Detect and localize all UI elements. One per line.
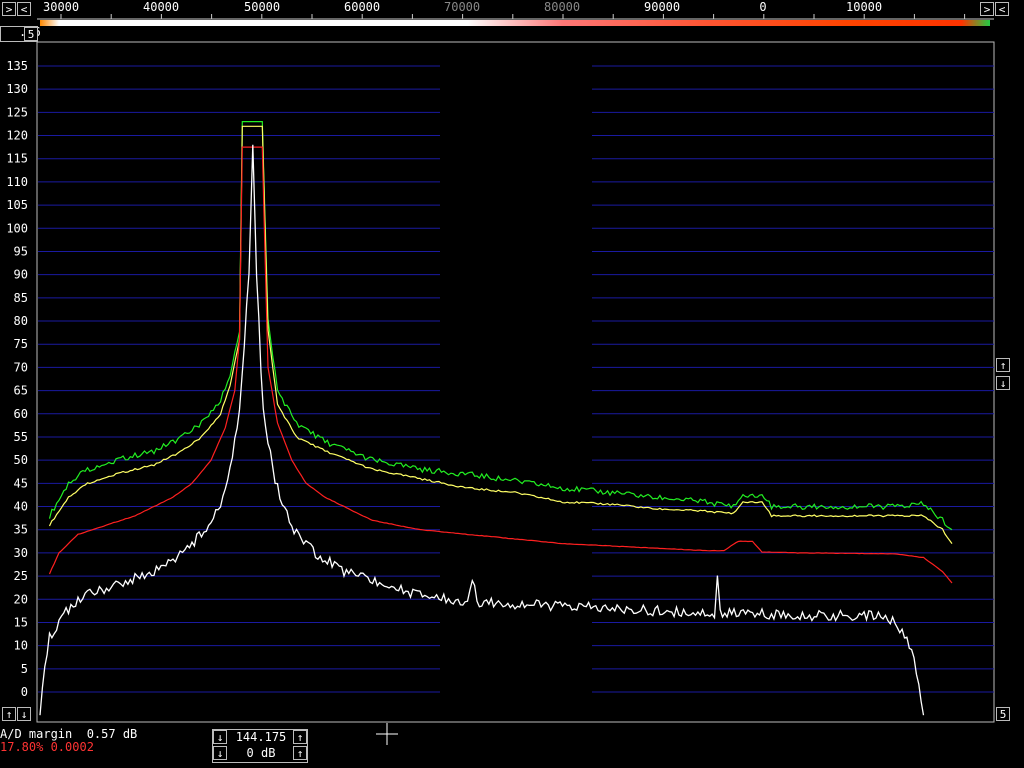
percent-text: 17.80% 0.0002	[0, 740, 94, 754]
y-tick-label: 25	[14, 569, 28, 583]
y-tick-label: 100	[6, 221, 28, 235]
right-scale-value[interactable]: 5	[996, 707, 1010, 721]
y-axis-labels: 1351301251201151101051009590858075706560…	[6, 59, 28, 699]
spectrum-plot: 1351301251201151101051009590858075706560…	[6, 41, 995, 723]
scale-up-icon[interactable]: ↑	[996, 358, 1010, 372]
y-tick-label: 65	[14, 384, 28, 398]
y-tick-label: 20	[14, 592, 28, 606]
y-tick-label: 95	[14, 244, 28, 258]
gain-up-icon[interactable]: ↑	[293, 746, 307, 760]
y-tick-label: 105	[6, 198, 28, 212]
top-frequency-bar: > < > < 30000 40000 50000 60000 70000 80000 90…	[0, 0, 1024, 20]
y-tick-label: 80	[14, 314, 28, 328]
y-tick-label: 0	[21, 685, 28, 699]
ad-margin-text: A/D margin 0.57 dB	[0, 727, 138, 741]
dark-band	[440, 43, 592, 721]
y-tick-label: 90	[14, 268, 28, 282]
y-tick-label: 55	[14, 430, 28, 444]
y-tick-label: 130	[6, 82, 28, 96]
y-tick-label: 10	[14, 639, 28, 653]
y-tick-label: 30	[14, 546, 28, 560]
freq-scale-ticks	[37, 14, 994, 20]
gain-value[interactable]: 0 dB	[231, 746, 291, 760]
y-tick-label: 5	[21, 662, 28, 676]
freq-down-icon[interactable]: ↓	[213, 730, 227, 744]
y-tick-label: 75	[14, 337, 28, 351]
y-tick-label: 35	[14, 523, 28, 537]
y-tick-label: 110	[6, 175, 28, 189]
left-down-icon[interactable]: ↓	[17, 707, 31, 721]
y-tick-label: 15	[14, 615, 28, 629]
left-up-icon[interactable]: ↑	[2, 707, 16, 721]
crosshair-cursor-icon	[376, 723, 398, 745]
y-tick-label: 40	[14, 500, 28, 514]
y-tick-label: 70	[14, 360, 28, 374]
y-tick-label: 135	[6, 59, 28, 73]
scale-down-icon[interactable]: ↓	[996, 376, 1010, 390]
freq-gain-control: ↓ 144.175 ↑ ↓ 0 dB ↑	[212, 729, 308, 763]
freq-up-icon[interactable]: ↑	[293, 730, 307, 744]
y-tick-label: 50	[14, 453, 28, 467]
y-tick-label: 85	[14, 291, 28, 305]
y-tick-label: 60	[14, 407, 28, 421]
y-tick-label: 120	[6, 129, 28, 143]
gain-down-icon[interactable]: ↓	[213, 746, 227, 760]
y-tick-label: 115	[6, 152, 28, 166]
y-tick-label: 45	[14, 476, 28, 490]
y-tick-label: 125	[6, 105, 28, 119]
freq-value[interactable]: 144.175	[231, 730, 291, 744]
